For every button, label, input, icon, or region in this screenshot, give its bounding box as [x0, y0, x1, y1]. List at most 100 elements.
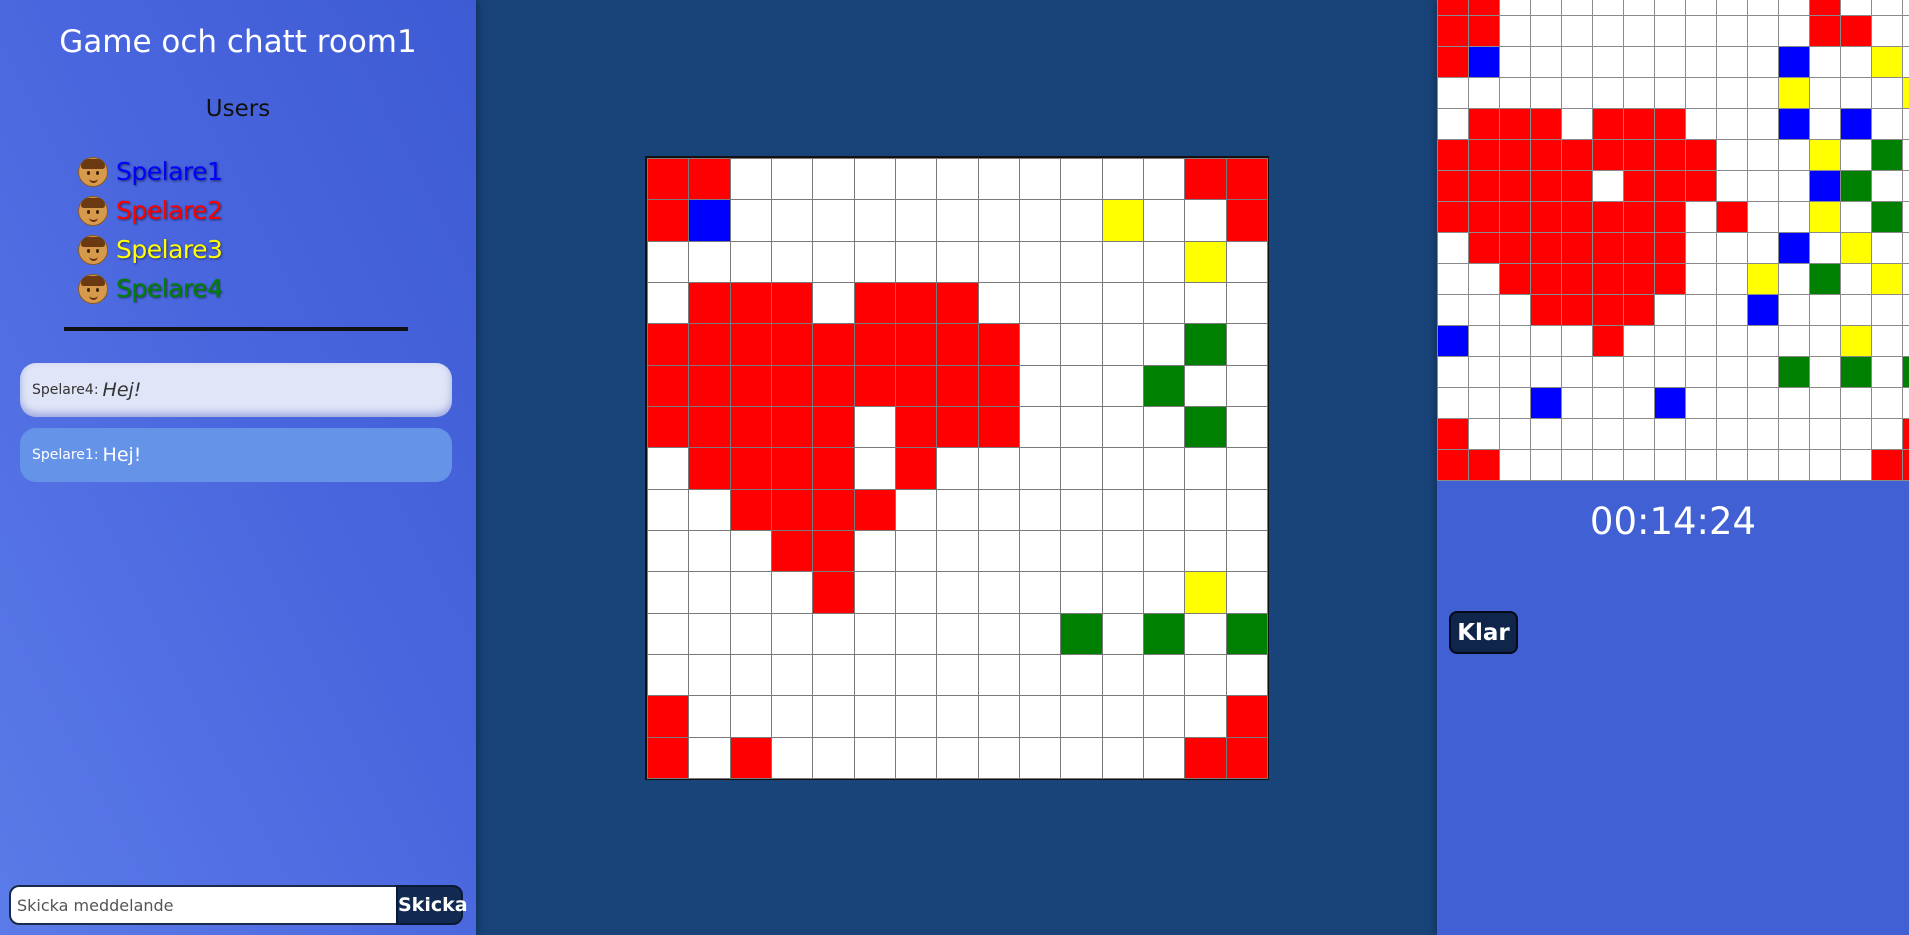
grid-cell[interactable] [770, 199, 814, 242]
grid-cell[interactable] [853, 281, 896, 325]
grid-cell[interactable] [1060, 281, 1103, 325]
grid-cell[interactable] [894, 571, 938, 614]
grid-cell[interactable] [812, 405, 855, 449]
grid-cell[interactable] [936, 447, 979, 490]
grid-cell[interactable] [977, 571, 1020, 614]
grid-cell[interactable] [1060, 695, 1103, 738]
grid-cell[interactable] [1225, 405, 1268, 449]
grid-cell[interactable] [770, 323, 814, 366]
grid-cell[interactable] [1225, 281, 1268, 325]
grid-cell[interactable] [853, 736, 896, 779]
grid-cell[interactable] [1225, 240, 1268, 283]
ready-button[interactable]: Klar [1449, 611, 1518, 654]
grid-cell[interactable] [770, 488, 814, 531]
grid-cell[interactable] [853, 405, 896, 449]
grid-cell[interactable] [1018, 364, 1062, 407]
grid-cell[interactable] [1018, 447, 1062, 490]
grid-cell[interactable] [812, 364, 855, 407]
grid-cell[interactable] [688, 653, 731, 697]
grid-cell[interactable] [647, 529, 690, 573]
grid-cell[interactable] [1142, 653, 1186, 697]
grid-cell[interactable] [1101, 571, 1144, 614]
grid-cell[interactable] [1060, 447, 1103, 490]
grid-cell[interactable] [853, 529, 896, 573]
grid-cell[interactable] [977, 612, 1020, 655]
grid-cell[interactable] [1225, 529, 1268, 573]
grid-cell[interactable] [1142, 199, 1186, 242]
grid-cell[interactable] [1225, 653, 1268, 697]
grid-cell[interactable] [1184, 240, 1227, 283]
grid-cell[interactable] [1060, 736, 1103, 779]
grid-cell[interactable] [1060, 488, 1103, 531]
grid-cell[interactable] [1142, 240, 1186, 283]
send-button[interactable]: Skicka [396, 885, 468, 925]
grid-cell[interactable] [853, 364, 896, 407]
grid-cell[interactable] [812, 240, 855, 283]
grid-cell[interactable] [1184, 653, 1227, 697]
grid-cell[interactable] [688, 281, 731, 325]
grid-cell[interactable] [894, 323, 938, 366]
grid-cell[interactable] [1225, 158, 1268, 201]
grid-cell[interactable] [1101, 612, 1144, 655]
grid-cell[interactable] [812, 736, 855, 779]
grid-cell[interactable] [894, 158, 938, 201]
grid-cell[interactable] [977, 158, 1020, 201]
grid-cell[interactable] [812, 281, 855, 325]
grid-cell[interactable] [1142, 405, 1186, 449]
grid-cell[interactable] [1018, 612, 1062, 655]
grid-cell[interactable] [647, 364, 690, 407]
grid-cell[interactable] [688, 240, 731, 283]
grid-cell[interactable] [894, 447, 938, 490]
grid-cell[interactable] [770, 529, 814, 573]
grid-cell[interactable] [647, 240, 690, 283]
grid-cell[interactable] [647, 488, 690, 531]
grid-cell[interactable] [647, 695, 690, 738]
grid-cell[interactable] [936, 364, 979, 407]
grid-cell[interactable] [647, 405, 690, 449]
grid-cell[interactable] [688, 364, 731, 407]
grid-cell[interactable] [812, 158, 855, 201]
grid-cell[interactable] [894, 612, 938, 655]
grid-cell[interactable] [647, 612, 690, 655]
grid-cell[interactable] [729, 240, 772, 283]
grid-cell[interactable] [729, 695, 772, 738]
grid-cell[interactable] [1142, 488, 1186, 531]
grid-cell[interactable] [1018, 488, 1062, 531]
grid-cell[interactable] [1018, 571, 1062, 614]
grid-cell[interactable] [1018, 529, 1062, 573]
grid-cell[interactable] [1101, 736, 1144, 779]
grid-cell[interactable] [1060, 405, 1103, 449]
grid-cell[interactable] [977, 529, 1020, 573]
grid-cell[interactable] [688, 199, 731, 242]
grid-cell[interactable] [1225, 488, 1268, 531]
grid-cell[interactable] [977, 240, 1020, 283]
grid-cell[interactable] [977, 281, 1020, 325]
grid-cell[interactable] [1060, 653, 1103, 697]
grid-cell[interactable] [1184, 405, 1227, 449]
grid-cell[interactable] [647, 447, 690, 490]
grid-cell[interactable] [1142, 736, 1186, 779]
grid-cell[interactable] [729, 158, 772, 201]
grid-cell[interactable] [1225, 736, 1268, 779]
grid-cell[interactable] [812, 653, 855, 697]
grid-cell[interactable] [1060, 158, 1103, 201]
grid-cell[interactable] [1142, 447, 1186, 490]
grid-cell[interactable] [936, 405, 979, 449]
grid-cell[interactable] [688, 488, 731, 531]
grid-cell[interactable] [894, 529, 938, 573]
grid-cell[interactable] [770, 736, 814, 779]
grid-cell[interactable] [729, 405, 772, 449]
grid-cell[interactable] [936, 240, 979, 283]
grid-cell[interactable] [1184, 158, 1227, 201]
grid-cell[interactable] [770, 447, 814, 490]
grid-cell[interactable] [1184, 447, 1227, 490]
grid-cell[interactable] [894, 695, 938, 738]
grid-cell[interactable] [770, 405, 814, 449]
grid-cell[interactable] [936, 529, 979, 573]
grid-cell[interactable] [1101, 199, 1144, 242]
grid-cell[interactable] [977, 323, 1020, 366]
grid-cell[interactable] [1184, 612, 1227, 655]
grid-cell[interactable] [729, 653, 772, 697]
grid-cell[interactable] [647, 736, 690, 779]
grid-cell[interactable] [1060, 612, 1103, 655]
